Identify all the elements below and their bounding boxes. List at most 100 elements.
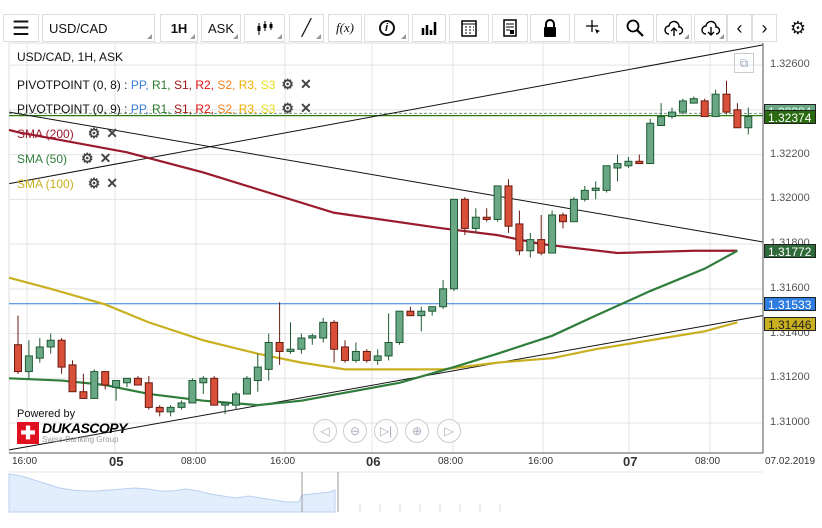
reset-icon: ▷| (379, 424, 393, 438)
pivot-part-s3: S3 (260, 77, 276, 92)
candle-body (515, 223, 524, 252)
candle-body (351, 350, 360, 361)
pivot-label: PIVOTPOINT (0, 9) (17, 101, 121, 116)
swiss-cross-icon: ✚ (17, 421, 39, 444)
candle-up (90, 369, 99, 399)
candle-body (428, 306, 437, 312)
brand-tagline: Swiss Banking Group (42, 435, 119, 444)
candle-body (493, 185, 502, 220)
candle-body (232, 393, 240, 406)
pivot-part-s2: S2, (217, 101, 239, 116)
pivot-sep: : (120, 77, 131, 92)
reset-button[interactable]: ▷| (374, 419, 398, 443)
gear-icon[interactable]: ⚙ (88, 175, 101, 192)
candle-up (242, 376, 251, 395)
zoom-out-button[interactable]: ⊖ (343, 419, 367, 443)
powered-by-text: Powered by (17, 408, 76, 420)
time-tick-label: 08:00 (695, 456, 721, 467)
candle-body (155, 406, 164, 413)
sma200-price-label: 1.31772 (764, 244, 816, 259)
candle-up (678, 98, 687, 115)
candle-body (275, 342, 284, 352)
candle-body (46, 339, 55, 348)
candle-down (504, 179, 513, 233)
brand-name: DUKASCOPY (42, 420, 127, 436)
candle-down (700, 98, 709, 118)
time-tick-label: 16:00 (528, 456, 554, 467)
candle-body (537, 239, 546, 254)
candle-body (395, 310, 404, 344)
pivot-label: PIVOTPOINT (0, 8) (17, 77, 121, 92)
candle-body (635, 160, 644, 165)
price-tick-label: 1.32200 (770, 147, 810, 160)
scroll-left-button[interactable]: ◁ (313, 419, 337, 443)
close-icon[interactable]: ✕ (300, 100, 312, 117)
candle-body (678, 100, 687, 113)
candle-body (613, 163, 622, 169)
time-tick-label: 05 (109, 454, 124, 469)
gear-icon[interactable]: ⚙ (281, 100, 294, 117)
candle-body (689, 98, 698, 104)
pivot-part-r3: R3, (238, 101, 261, 116)
pivot-part-s2: S2, (217, 77, 239, 92)
close-icon[interactable]: ✕ (106, 175, 118, 192)
candle-up (450, 198, 458, 292)
candle-up (569, 197, 578, 223)
popout-icon: ⧉ (739, 56, 749, 70)
candle-body (700, 100, 709, 118)
candle-body (90, 371, 99, 399)
candle-body (199, 377, 208, 384)
candle-body (188, 380, 197, 404)
candle-body (308, 335, 317, 339)
popout-button[interactable]: ⧉ (734, 53, 754, 73)
sma100-price-label: 1.31446 (764, 317, 816, 332)
candle-body (526, 239, 535, 252)
scroll-left-icon: ◁ (320, 424, 330, 438)
close-icon[interactable]: ✕ (300, 76, 312, 93)
time-tick-label: 08:00 (181, 456, 207, 467)
candle-body (341, 346, 349, 361)
close-icon[interactable]: ✕ (106, 125, 118, 142)
legend-sma100: SMA (100) ⚙ ✕ (17, 175, 118, 192)
price-tick-label: 1.31000 (770, 416, 810, 429)
candle-body (166, 406, 175, 413)
candle-body (362, 350, 371, 361)
candle-body (384, 342, 393, 357)
candle-body (264, 342, 273, 370)
candle-body (330, 321, 339, 350)
candle-body (373, 355, 382, 361)
navigator[interactable] (8, 471, 763, 513)
candle-down (362, 349, 371, 363)
zoom-in-button[interactable]: ⊕ (405, 419, 429, 443)
candle-up (711, 89, 720, 118)
candle-body (417, 310, 426, 317)
candle-body (319, 321, 328, 339)
candle-body (711, 93, 720, 118)
gear-icon[interactable]: ⚙ (281, 76, 294, 93)
gear-icon[interactable]: ⚙ (88, 125, 101, 142)
candle-body (460, 198, 469, 229)
candle-body (177, 402, 186, 408)
pivot-part-s3: S3 (260, 101, 276, 116)
candle-body (101, 371, 110, 386)
candle-body (471, 216, 480, 229)
dukascopy-logo: Powered by ✚ DUKASCOPY Swiss Banking Gro… (17, 408, 127, 444)
legend-pivot-1: PIVOTPOINT (0, 8) : PP, R1, S1, R2, S2, … (17, 76, 312, 93)
close-icon[interactable]: ✕ (100, 150, 112, 167)
legend-sma200: SMA (200) ⚙ ✕ (17, 125, 118, 142)
candle-up (493, 185, 502, 222)
sma200-label: SMA (200) (17, 126, 74, 141)
candle-body (482, 216, 491, 220)
chart-title-text: USD/CAD, 1H, ASK (17, 50, 124, 64)
candle-body (112, 380, 121, 388)
candle-body (624, 160, 633, 167)
candle-body (657, 116, 666, 127)
price-tick-label: 1.31600 (770, 281, 810, 294)
gear-icon[interactable]: ⚙ (81, 150, 94, 167)
candle-body (668, 111, 676, 118)
candle-body (744, 116, 753, 129)
scroll-right-button[interactable]: ▷ (437, 419, 461, 443)
pivot-part-s1: S1, (173, 101, 196, 116)
navigator-area (8, 473, 336, 513)
pivot-parts: PP, R1, S1, R2, S2, R3, S3 (131, 102, 276, 116)
